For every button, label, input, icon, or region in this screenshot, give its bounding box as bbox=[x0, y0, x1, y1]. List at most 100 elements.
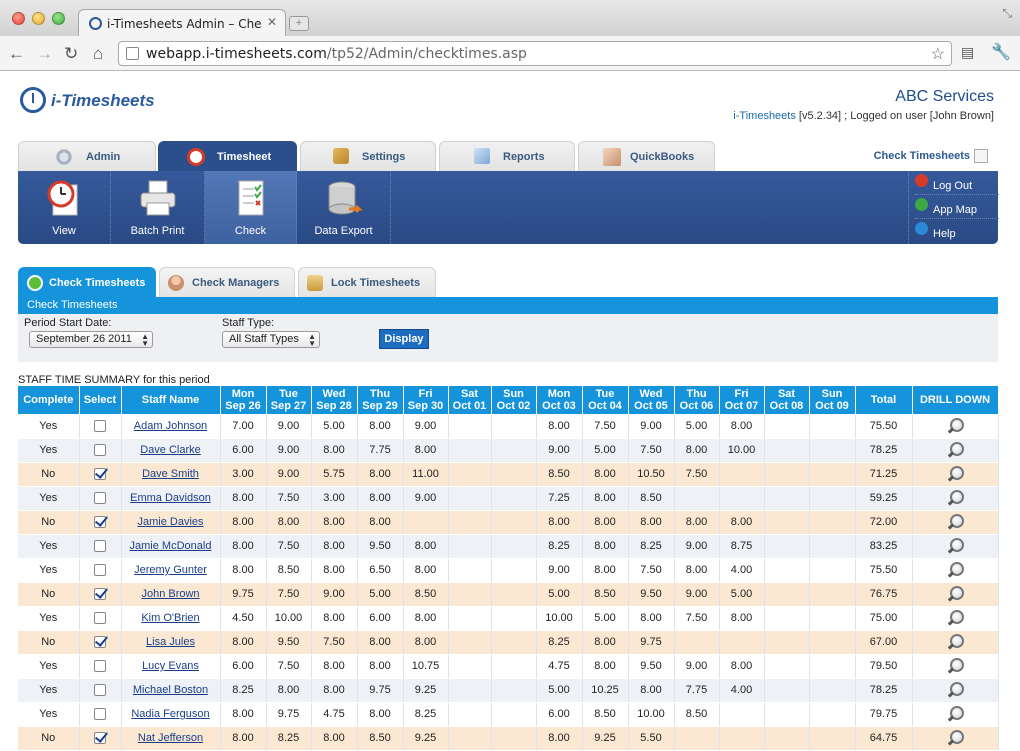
staff-name-link[interactable]: Kim O'Brien bbox=[141, 612, 199, 624]
magnifier-icon[interactable] bbox=[946, 561, 964, 579]
select-cell bbox=[79, 630, 122, 655]
check-timesheets-link[interactable]: Check Timesheets bbox=[874, 149, 988, 163]
page-info-icon[interactable] bbox=[126, 47, 139, 60]
select-checkbox[interactable] bbox=[94, 660, 106, 673]
staff-name-link[interactable]: Lucy Evans bbox=[142, 660, 199, 672]
staff-type-select[interactable]: All Staff Types ▲ ▼ bbox=[222, 331, 320, 348]
back-arrow-icon[interactable]: ← bbox=[8, 44, 25, 64]
summary-label: STAFF TIME SUMMARY for this period bbox=[18, 374, 210, 386]
staff-name-link[interactable]: Dave Clarke bbox=[140, 444, 201, 456]
select-checkbox[interactable] bbox=[94, 468, 106, 481]
magnifier-icon[interactable] bbox=[946, 705, 964, 723]
database-export-icon bbox=[328, 181, 363, 215]
staff-name-link[interactable]: Nat Jefferson bbox=[138, 732, 203, 744]
staff-name-link[interactable]: Dave Smith bbox=[142, 468, 199, 480]
staff-name-link[interactable]: Nadia Ferguson bbox=[131, 708, 209, 720]
column-header: Mon Sep 26 bbox=[220, 386, 267, 414]
select-checkbox[interactable] bbox=[94, 708, 106, 721]
select-checkbox[interactable] bbox=[94, 636, 106, 649]
window-maximize-button[interactable] bbox=[52, 12, 65, 25]
select-checkbox[interactable] bbox=[94, 444, 106, 457]
home-icon[interactable]: ⌂ bbox=[93, 44, 103, 64]
tab-lock-timesheets[interactable]: Lock Timesheets bbox=[298, 267, 436, 297]
select-checkbox[interactable] bbox=[94, 516, 106, 529]
select-checkbox[interactable] bbox=[94, 732, 106, 745]
url-text[interactable]: webapp.i-timesheets.com/tp52/Admin/check… bbox=[146, 46, 527, 62]
hours-cell bbox=[764, 438, 810, 463]
magnifier-icon[interactable] bbox=[946, 465, 964, 483]
staff-name-link[interactable]: Jamie McDonald bbox=[130, 540, 212, 552]
period-start-select[interactable]: September 26 2011 ▲ ▼ bbox=[29, 331, 153, 348]
select-checkbox[interactable] bbox=[94, 419, 106, 432]
tab-admin[interactable]: Admin bbox=[18, 141, 156, 171]
staff-name-link[interactable]: Jeremy Gunter bbox=[134, 564, 207, 576]
magnifier-icon[interactable] bbox=[946, 417, 964, 435]
magnifier-icon[interactable] bbox=[946, 729, 964, 747]
window-minimize-button[interactable] bbox=[32, 12, 45, 25]
hours-cell: 9.00 bbox=[674, 534, 720, 559]
logout-link[interactable]: Log Out bbox=[915, 171, 999, 195]
tool-view[interactable]: View bbox=[18, 171, 111, 244]
magnifier-icon[interactable] bbox=[946, 513, 964, 531]
total-cell: 79.50 bbox=[855, 654, 913, 679]
hours-cell: 8.00 bbox=[536, 414, 583, 439]
window-close-button[interactable] bbox=[12, 12, 25, 25]
hours-cell bbox=[448, 414, 492, 439]
hours-cell bbox=[491, 486, 537, 511]
address-bar[interactable]: webapp.i-timesheets.com/tp52/Admin/check… bbox=[118, 41, 952, 66]
select-cell bbox=[79, 678, 122, 703]
wrench-menu-icon[interactable]: 🔧 bbox=[991, 42, 1011, 62]
tool-check[interactable]: Check bbox=[205, 171, 297, 244]
table-header-row: Complete Select Staff Name Mon Sep 26 Tue Sep … bbox=[18, 386, 999, 414]
magnifier-icon[interactable] bbox=[946, 609, 964, 627]
tab-check-timesheets[interactable]: Check Timesheets bbox=[18, 267, 156, 297]
magnifier-icon[interactable] bbox=[946, 657, 964, 675]
magnifier-icon[interactable] bbox=[946, 633, 964, 651]
hours-cell bbox=[491, 414, 537, 439]
hours-cell: 8.00 bbox=[311, 510, 358, 535]
display-button[interactable]: Display bbox=[379, 329, 429, 349]
staff-name-link[interactable]: Jamie Davies bbox=[137, 516, 203, 528]
tab-check-managers[interactable]: Check Managers bbox=[159, 267, 295, 297]
table-row: No Jamie Davies 8.00 8.00 8.00 8.00 8.00 8.00 8.… bbox=[18, 510, 999, 535]
help-link[interactable]: Help bbox=[915, 219, 999, 243]
tool-data-export[interactable]: Data Export bbox=[297, 171, 391, 244]
select-checkbox[interactable] bbox=[94, 684, 106, 697]
page-content: i-Timesheets ABC Services i-Timesheets [… bbox=[0, 72, 1020, 751]
select-checkbox[interactable] bbox=[94, 540, 106, 553]
bookmark-star-icon[interactable]: ☆ bbox=[931, 44, 945, 64]
tab-timesheet[interactable]: Timesheet bbox=[158, 141, 297, 171]
reload-icon[interactable]: ↻ bbox=[64, 44, 78, 64]
staff-name-link[interactable]: Michael Boston bbox=[133, 684, 208, 696]
page-menu-icon[interactable]: ▤ bbox=[961, 44, 974, 61]
select-checkbox[interactable] bbox=[94, 564, 106, 577]
staff-name-link[interactable]: Lisa Jules bbox=[146, 636, 195, 648]
magnifier-icon[interactable] bbox=[946, 537, 964, 555]
browser-tab[interactable]: i-Timesheets Admin – Check ✕ bbox=[78, 9, 286, 37]
fullscreen-icon[interactable]: ⤡ bbox=[1002, 6, 1012, 21]
tool-batch-print[interactable]: Batch Print bbox=[111, 171, 205, 244]
select-checkbox[interactable] bbox=[94, 588, 106, 601]
total-cell: 76.75 bbox=[855, 582, 913, 607]
hours-cell: 6.00 bbox=[357, 606, 404, 631]
select-checkbox[interactable] bbox=[94, 492, 106, 505]
column-header: Wed Sep 28 bbox=[311, 386, 358, 414]
magnifier-icon[interactable] bbox=[946, 681, 964, 699]
select-checkbox[interactable] bbox=[94, 612, 106, 625]
tab-quickbooks[interactable]: QuickBooks bbox=[578, 141, 715, 171]
staff-name-cell: Emma Davidson bbox=[121, 486, 221, 511]
staff-name-link[interactable]: John Brown bbox=[141, 588, 199, 600]
magnifier-icon[interactable] bbox=[946, 489, 964, 507]
table-row: Yes Dave Clarke 6.00 9.00 8.00 7.75 8.00 9.00 5.… bbox=[18, 438, 999, 463]
version-link[interactable]: i-Timesheets bbox=[733, 110, 796, 122]
tab-settings[interactable]: Settings bbox=[300, 141, 436, 171]
tab-reports[interactable]: Reports bbox=[439, 141, 575, 171]
staff-name-link[interactable]: Emma Davidson bbox=[130, 492, 211, 504]
staff-name-link[interactable]: Adam Johnson bbox=[134, 420, 207, 432]
magnifier-icon[interactable] bbox=[946, 441, 964, 459]
forward-arrow-icon[interactable]: → bbox=[36, 44, 53, 64]
tab-close-icon[interactable]: ✕ bbox=[267, 15, 277, 29]
magnifier-icon[interactable] bbox=[946, 585, 964, 603]
new-tab-button[interactable]: + bbox=[289, 16, 309, 31]
app-map-link[interactable]: App Map bbox=[915, 195, 999, 219]
